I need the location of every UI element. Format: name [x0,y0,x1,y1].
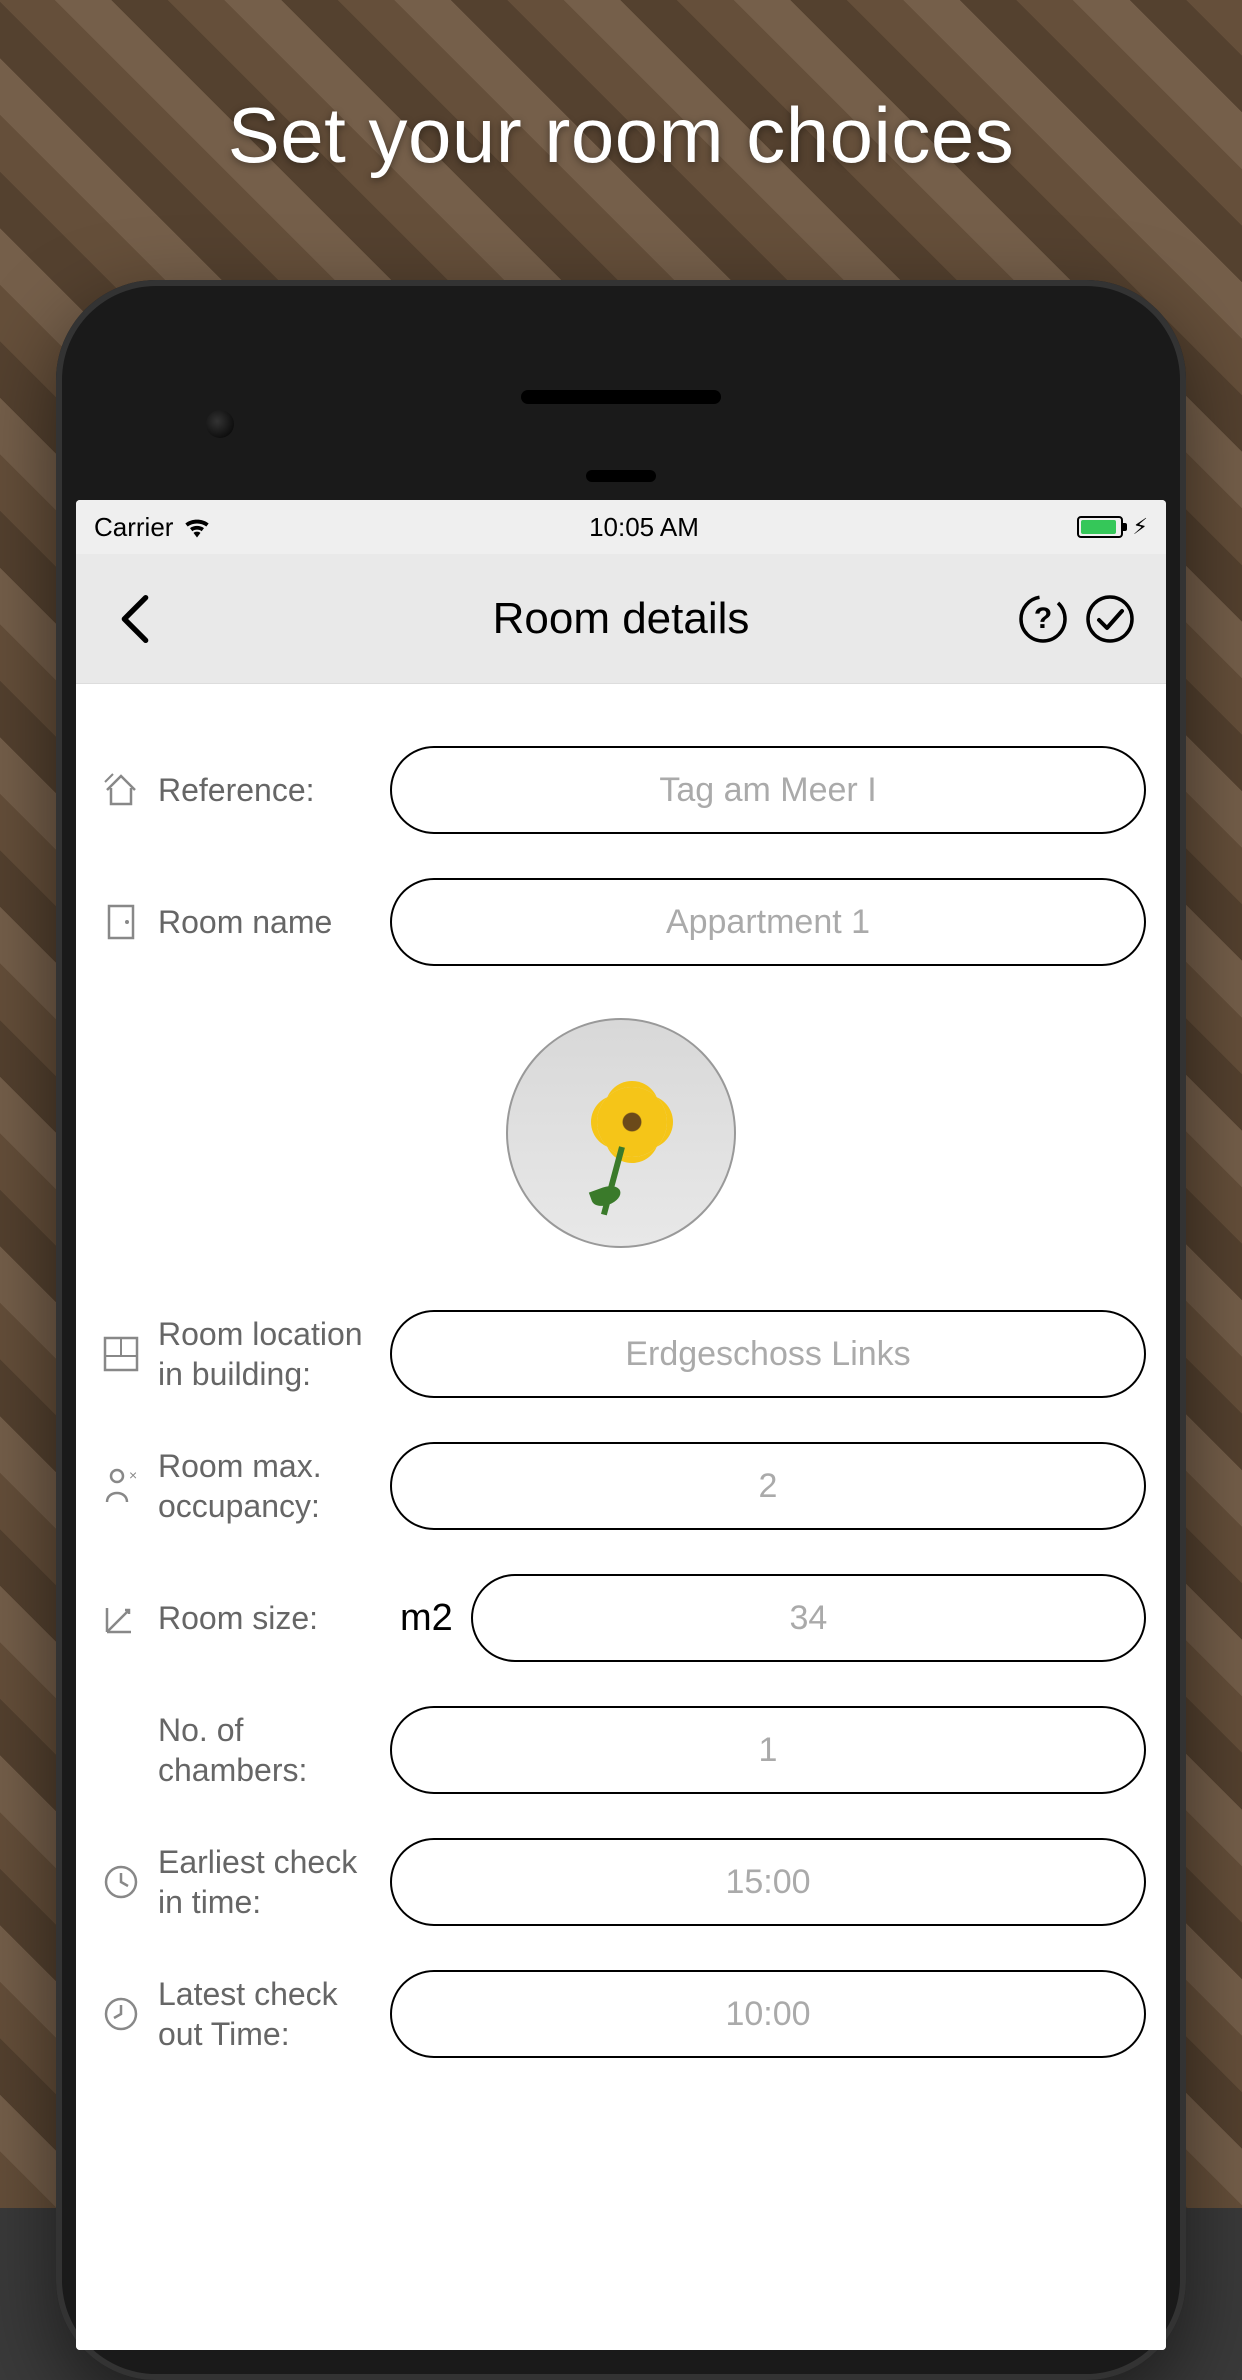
size-unit: m2 [390,1597,453,1640]
label-reference: Reference: [158,770,378,810]
person-icon: × [96,1466,146,1506]
form-content[interactable]: Reference: Room name [76,684,1166,2350]
phone-camera [206,410,234,438]
confirm-button[interactable] [1083,590,1136,648]
svg-text:?: ? [1033,602,1051,635]
help-button[interactable]: ? [1016,590,1069,648]
battery-icon [1077,516,1123,538]
label-checkout: Latest check out Time: [158,1974,378,2054]
sunflower-image [597,1087,667,1157]
status-carrier: Carrier [94,512,173,543]
label-checkin: Earliest check in time: [158,1842,378,1922]
nav-bar: Room details ? [76,554,1166,684]
row-location: Room location in building: [96,1288,1146,1420]
wifi-icon [183,516,211,538]
reference-input[interactable] [390,746,1146,834]
row-occupancy: × Room max. occupancy: [96,1420,1146,1552]
status-time: 10:05 AM [589,512,699,543]
svg-text:×: × [129,1467,137,1483]
checkout-input[interactable] [390,1970,1146,2058]
promo-heading: Set your room choices [0,90,1242,181]
check-circle-icon [1085,594,1135,644]
checkin-input[interactable] [390,1838,1146,1926]
label-room-name: Room name [158,902,378,942]
status-bar: Carrier 10:05 AM ⚡︎ [76,500,1166,554]
row-checkout: Latest check out Time: [96,1948,1146,2080]
phone-bezel-top [76,310,1166,500]
label-size: Room size: [158,1598,378,1638]
room-photo[interactable] [506,1018,736,1248]
occupancy-input[interactable] [390,1442,1146,1530]
phone-home-indicator [586,470,656,482]
charging-icon: ⚡︎ [1133,514,1148,540]
page-title: Room details [226,594,1016,644]
phone-speaker [521,390,721,404]
house-icon [96,770,146,810]
phone-screen: Carrier 10:05 AM ⚡︎ Room details [76,500,1166,2350]
clock-in-icon [96,1863,146,1901]
row-room-name: Room name [96,856,1146,988]
label-occupancy: Room max. occupancy: [158,1446,378,1526]
help-icon: ? [1018,594,1068,644]
row-size: Room size: m2 [96,1552,1146,1684]
room-name-input[interactable] [390,878,1146,966]
chambers-input[interactable] [390,1706,1146,1794]
floorplan-icon [96,1334,146,1374]
row-chambers: No. of chambers: [96,1684,1146,1816]
back-button[interactable] [106,590,164,648]
location-input[interactable] [390,1310,1146,1398]
chevron-left-icon [118,595,152,643]
door-icon [96,902,146,942]
row-photo [96,988,1146,1288]
size-icon [96,1598,146,1638]
row-checkin: Earliest check in time: [96,1816,1146,1948]
label-chambers: No. of chambers: [158,1710,378,1790]
size-input[interactable] [471,1574,1146,1662]
phone-mockup: Carrier 10:05 AM ⚡︎ Room details [56,280,1186,2380]
clock-out-icon [96,1995,146,2033]
label-location: Room location in building: [158,1314,378,1394]
row-reference: Reference: [96,724,1146,856]
